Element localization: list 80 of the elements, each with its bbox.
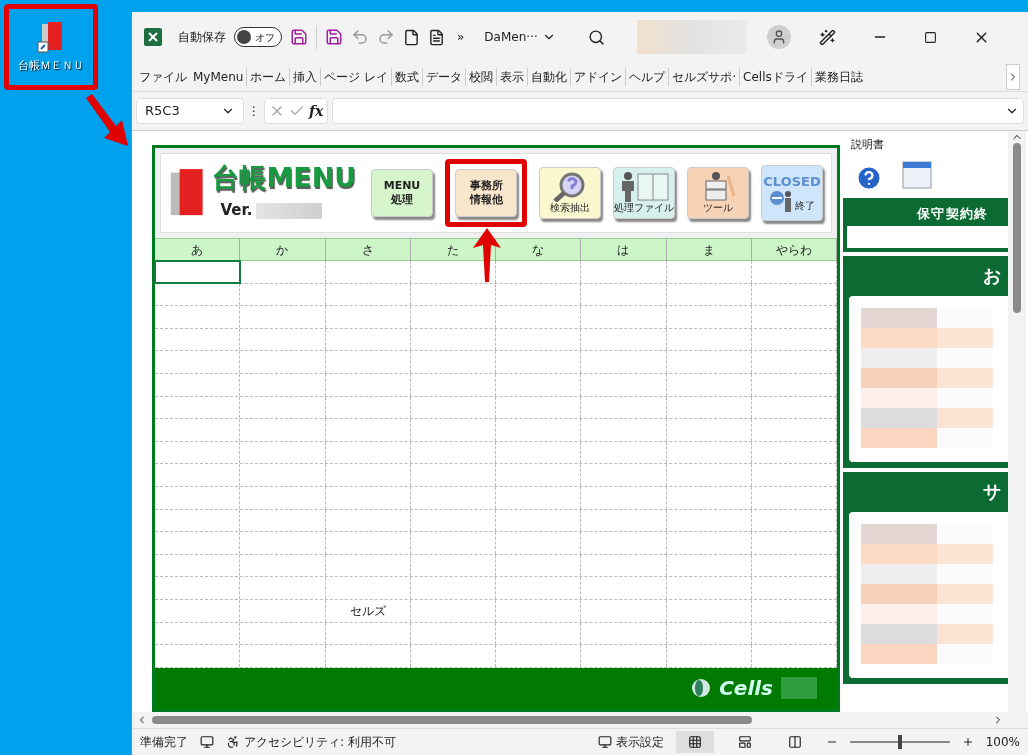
redo-icon[interactable] <box>377 28 395 46</box>
globe-icon <box>691 678 712 699</box>
zoom-slider[interactable] <box>849 735 950 749</box>
menu-button[interactable]: ツール <box>687 167 749 219</box>
ribbon-tab[interactable]: Cellsドライ <box>739 67 811 86</box>
ribbon-tab[interactable]: ヘルプ <box>625 67 669 86</box>
spreadsheet-app-icon <box>144 28 162 46</box>
zoom-in-icon[interactable] <box>961 736 974 748</box>
grid-icon <box>687 735 702 749</box>
ribbon-tab[interactable]: 表示 <box>496 67 528 86</box>
menu-button[interactable]: CLOSED 終了 <box>761 165 823 221</box>
ribbon-tab[interactable]: 自動化 <box>527 67 571 86</box>
monitor-icon <box>597 735 612 749</box>
search-icon[interactable] <box>587 28 605 46</box>
menu-button[interactable]: 処理ファイル <box>613 167 675 219</box>
accessibility-icon <box>226 735 240 749</box>
scroll-thumb[interactable] <box>152 716 752 724</box>
ribbon-tab[interactable]: ファイル <box>136 67 190 86</box>
macro-icon[interactable] <box>200 735 214 749</box>
ribbon-tab[interactable]: 数式 <box>391 67 423 86</box>
new-file-icon[interactable] <box>403 28 420 46</box>
more-commands-button[interactable]: » <box>453 28 469 46</box>
ribbon-tab[interactable]: 業務日誌 <box>810 67 866 86</box>
ribbon-tab[interactable]: ページ レイ <box>320 67 392 86</box>
save-icon[interactable] <box>325 28 343 46</box>
function-button[interactable]: fx <box>309 100 324 122</box>
figure-exit-icon <box>769 190 793 213</box>
column-header: あ <box>155 239 241 261</box>
accessibility-status[interactable]: アクセシビリティ: 利用不可 <box>226 733 396 751</box>
app-title: 台帳MENU <box>212 164 358 192</box>
version-label: Ver. <box>220 200 253 222</box>
wand-icon[interactable] <box>818 28 836 46</box>
scroll-thumb[interactable] <box>1013 143 1021 313</box>
ribbon-tab[interactable]: 校閲 <box>465 67 497 86</box>
file-name-button[interactable]: DaMen··· <box>484 28 556 46</box>
ribbon-tab[interactable]: 挿入 <box>289 67 321 86</box>
column-header: やらわ <box>751 239 837 261</box>
account-icon[interactable] <box>766 25 791 49</box>
zoom-level: 100% <box>985 734 1020 751</box>
save-icon[interactable] <box>290 28 308 46</box>
menu-button[interactable]: MENU 処理 <box>371 169 433 217</box>
manual-label: 説明書 <box>851 137 885 153</box>
display-settings-button[interactable]: 表示設定 <box>597 733 664 751</box>
ribbon-tab[interactable]: セルズサポ· <box>668 67 740 86</box>
separator-handle[interactable]: ⋮ <box>248 102 260 120</box>
autosave-toggle[interactable]: オフ <box>234 27 282 47</box>
column-header: さ <box>325 239 411 261</box>
view-button[interactable] <box>675 731 714 753</box>
redacted-block <box>781 677 817 700</box>
columns-icon <box>787 735 802 749</box>
name-box[interactable]: R5C3 <box>136 98 244 124</box>
column-header: か <box>240 239 326 261</box>
calendar-icon[interactable] <box>899 159 935 192</box>
column-header: は <box>581 239 667 261</box>
ribbon-tab[interactable]: アドイン <box>570 67 626 86</box>
section-title: お <box>982 263 1002 288</box>
formula-input[interactable] <box>332 98 1024 124</box>
autosave-label: 自動保存 <box>178 29 226 46</box>
cell-text: セルズ <box>349 602 386 620</box>
annotation-arrow <box>472 228 502 282</box>
shortcut-label: 台帳ＭＥＮＵ <box>18 57 84 74</box>
section-title: サ <box>982 479 1002 504</box>
annotation-arrow <box>84 92 130 148</box>
section-title: 保守契約終 <box>915 204 990 223</box>
status-text: 準備完了 <box>140 734 188 751</box>
brand-logo: Cells <box>719 675 773 703</box>
redacted-block <box>256 202 323 219</box>
scroll-right-icon[interactable] <box>1006 63 1020 90</box>
print-preview-icon[interactable] <box>428 28 445 46</box>
selected-cell[interactable] <box>155 261 241 283</box>
undo-icon[interactable] <box>351 28 369 46</box>
vertical-scrollbar[interactable] <box>1008 131 1026 712</box>
menu-button[interactable]: 事務所 情報他 <box>455 169 517 217</box>
maximize-icon[interactable] <box>923 30 937 44</box>
ribbon-tab[interactable]: ホーム <box>246 67 290 86</box>
ribbon-tab[interactable]: MyMenu <box>190 67 247 86</box>
page-layout-icon <box>737 735 752 749</box>
column-header: ま <box>666 239 752 261</box>
menu-button[interactable]: 検索抽出 <box>539 167 601 219</box>
ribbon-tab[interactable]: データ <box>422 67 466 86</box>
